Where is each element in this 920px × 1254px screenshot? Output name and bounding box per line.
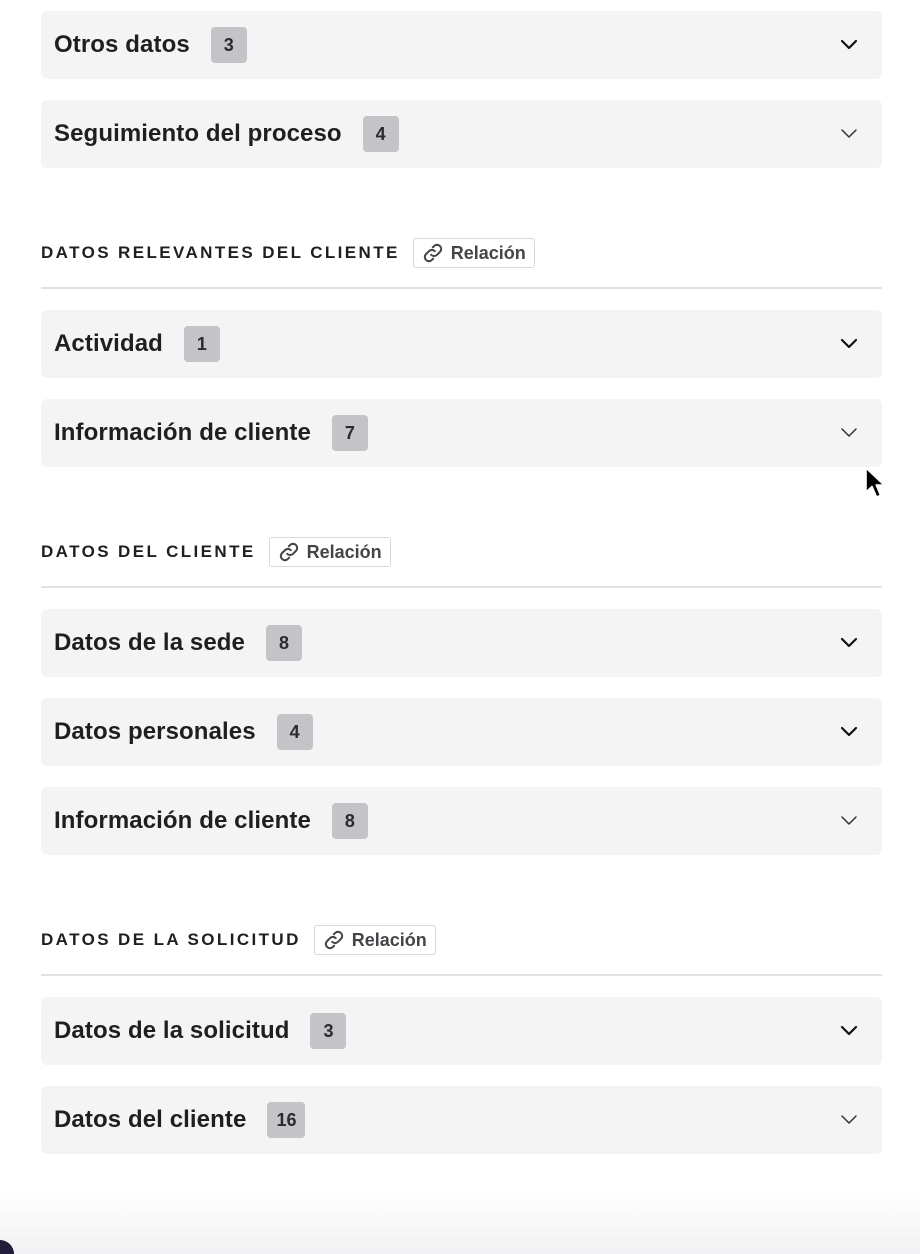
accordion-otros-datos[interactable]: Otros datos 3 (41, 11, 882, 79)
count-badge: 4 (362, 116, 399, 152)
relation-label: Relación (351, 929, 427, 950)
chevron-down-icon[interactable] (840, 815, 858, 827)
section-header-datos-de-la-solicitud: DATOS DE LA SOLICITUD Relación (41, 919, 882, 976)
accordion-title: Otros datos (54, 31, 190, 58)
accordion-title: Información de cliente (54, 419, 311, 446)
accordion-actividad[interactable]: Actividad 1 (41, 310, 882, 378)
relation-label: Relación (450, 242, 526, 263)
accordion-datos-de-la-sede[interactable]: Datos de la sede 8 (41, 609, 882, 677)
accordion-informacion-de-cliente[interactable]: Información de cliente 8 (41, 787, 882, 855)
accordion-title: Datos personales (54, 718, 256, 745)
mouse-pointer-icon (865, 467, 885, 498)
link-icon (324, 930, 343, 950)
accordion-datos-personales[interactable]: Datos personales 4 (41, 698, 882, 766)
relation-label: Relación (306, 541, 382, 562)
chevron-down-icon[interactable] (840, 726, 858, 738)
chevron-down-icon[interactable] (840, 1025, 858, 1037)
link-icon (279, 542, 298, 562)
accordion-informacion-de-cliente[interactable]: Información de cliente 7 (41, 399, 882, 467)
count-badge: 3 (210, 27, 247, 63)
chevron-down-icon[interactable] (840, 338, 858, 350)
count-badge: 8 (331, 803, 368, 839)
bottom-fade (0, 1194, 920, 1254)
section-header-datos-relevantes: DATOS RELEVANTES DEL CLIENTE Relación (41, 232, 882, 289)
count-badge: 3 (310, 1013, 347, 1049)
count-badge: 8 (266, 625, 303, 661)
accordion-title: Actividad (54, 330, 163, 357)
relation-button[interactable]: Relación (268, 537, 391, 567)
accordion-datos-del-cliente[interactable]: Datos del cliente 16 (41, 1086, 882, 1154)
count-badge: 16 (267, 1102, 306, 1138)
accordion-seguimiento-del-proceso[interactable]: Seguimiento del proceso 4 (41, 100, 882, 168)
record-detail-panel: Otros datos 3 Seguimiento del proceso 4 … (0, 0, 920, 1254)
chevron-down-icon[interactable] (840, 427, 858, 439)
section-cards: Actividad 1 Información de cliente 7 (0, 289, 920, 467)
link-icon (423, 243, 442, 263)
chevron-down-icon[interactable] (840, 637, 858, 649)
chevron-down-icon[interactable] (840, 128, 858, 140)
accordion-title: Seguimiento del proceso (54, 120, 342, 147)
accordion-datos-de-la-solicitud[interactable]: Datos de la solicitud 3 (41, 997, 882, 1065)
section-label: DATOS RELEVANTES DEL CLIENTE (41, 243, 400, 262)
accordion-title: Datos del cliente (54, 1106, 247, 1133)
section-label: DATOS DEL CLIENTE (41, 542, 256, 561)
relation-button[interactable]: Relación (313, 925, 436, 955)
count-badge: 1 (183, 326, 220, 362)
chevron-down-icon[interactable] (840, 39, 858, 51)
accordion-title: Datos de la sede (54, 629, 246, 656)
accordion-title: Información de cliente (54, 807, 311, 834)
relation-button[interactable]: Relación (412, 238, 535, 268)
count-badge: 4 (276, 714, 313, 750)
section-cards: Datos de la solicitud 3 Datos del client… (0, 976, 920, 1154)
top-group: Otros datos 3 Seguimiento del proceso 4 (0, 0, 920, 168)
section-header-datos-del-cliente: DATOS DEL CLIENTE Relación (41, 531, 882, 588)
chevron-down-icon[interactable] (840, 1114, 858, 1126)
count-badge: 7 (331, 415, 368, 451)
accordion-title: Datos de la solicitud (54, 1017, 290, 1044)
section-cards: Datos de la sede 8 Datos personales 4 In… (0, 588, 920, 855)
section-label: DATOS DE LA SOLICITUD (41, 930, 301, 949)
